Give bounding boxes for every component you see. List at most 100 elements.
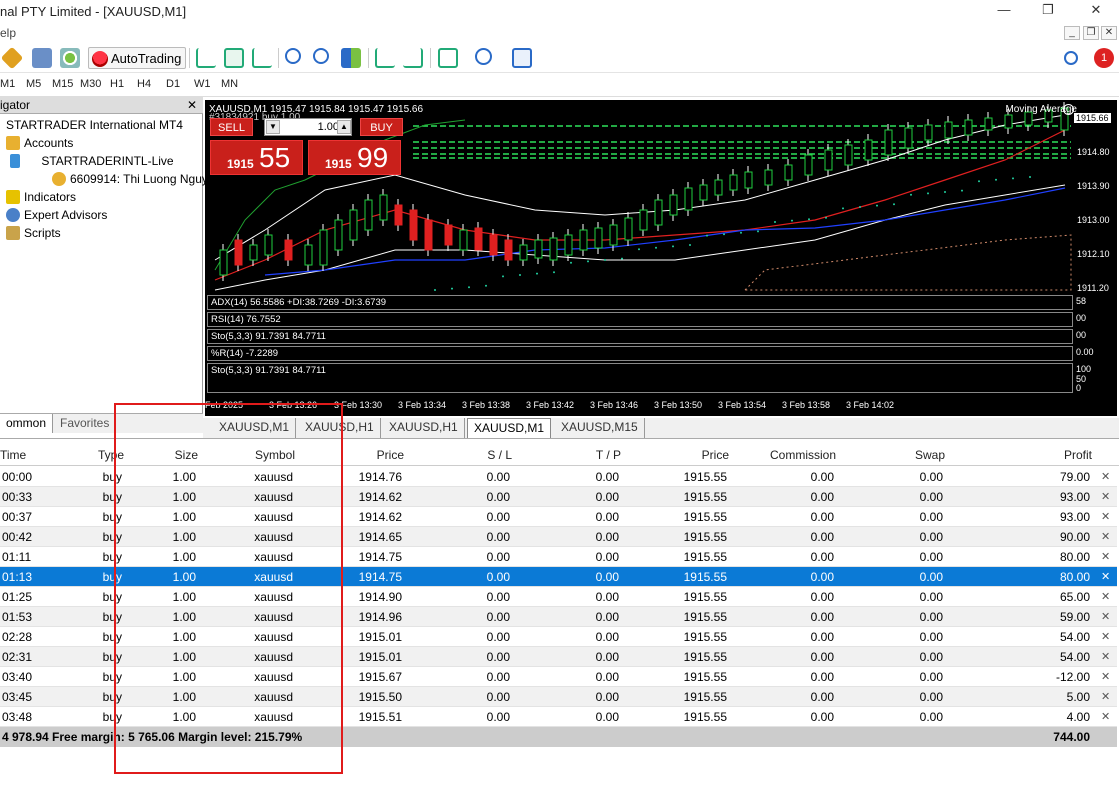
templates-icon[interactable] xyxy=(512,48,532,68)
close-order-icon[interactable]: ✕ xyxy=(1101,510,1110,523)
lot-stepper[interactable]: ▼ ▲ xyxy=(264,118,352,136)
bar-chart-icon[interactable] xyxy=(196,48,216,68)
sar-dot xyxy=(910,193,912,196)
close-order-icon[interactable]: ✕ xyxy=(1101,530,1110,543)
buy-price-button[interactable]: 1915 99 xyxy=(308,140,401,175)
candle-body xyxy=(594,227,603,249)
nav-item-broker[interactable]: STARTRADER International MT4 xyxy=(6,116,183,134)
table-cell: 00:37 xyxy=(2,510,33,524)
column-header[interactable]: Time xyxy=(0,448,26,462)
column-header[interactable]: S / L xyxy=(487,448,512,462)
table-cell: 0.00 xyxy=(810,690,834,704)
chart-tab[interactable]: XAUUSD,M15 xyxy=(555,418,645,438)
table-cell: 1914.62 xyxy=(358,490,402,504)
menu-help[interactable]: elp xyxy=(0,26,16,40)
timeframe-mn[interactable]: MN xyxy=(221,78,238,90)
column-header[interactable]: T / P xyxy=(596,448,621,462)
candle-body xyxy=(364,199,373,231)
notifications-badge[interactable]: 1 xyxy=(1094,48,1114,68)
close-order-icon[interactable]: ✕ xyxy=(1101,630,1110,643)
column-header[interactable]: Price xyxy=(702,448,729,462)
table-cell: 0.00 xyxy=(919,710,943,724)
zoom-in-icon[interactable] xyxy=(285,48,301,64)
buy-button[interactable]: BUY xyxy=(360,118,403,136)
chart-shift-icon[interactable] xyxy=(403,48,423,68)
nav-item-experts[interactable]: Expert Advisors xyxy=(6,206,107,224)
time-tick: 3 Feb 13:46 xyxy=(590,400,639,410)
column-header[interactable]: Swap xyxy=(915,448,945,462)
column-header[interactable]: Profit xyxy=(1064,448,1092,462)
table-cell: 0.00 xyxy=(486,610,510,624)
nav-item-server[interactable]: STARTRADERINTL-Live xyxy=(10,152,174,170)
price-tick: 1913.00 xyxy=(1077,215,1110,225)
table-cell: 1915.67 xyxy=(358,670,402,684)
chart-tab[interactable]: XAUUSD,H1 xyxy=(383,418,465,438)
column-header[interactable]: Commission xyxy=(770,448,836,462)
close-order-icon[interactable]: ✕ xyxy=(1101,610,1110,623)
tab-common[interactable]: ommon xyxy=(0,414,54,433)
signals-icon[interactable] xyxy=(60,48,80,68)
nav-item-account[interactable]: 6609914: Thi Luong Nguy xyxy=(52,170,208,188)
tile-windows-icon[interactable] xyxy=(341,48,361,68)
table-cell: 0.00 xyxy=(919,550,943,564)
sar-dot xyxy=(961,189,963,192)
minimize-button[interactable]: — xyxy=(987,2,1021,20)
nav-item-scripts[interactable]: Scripts xyxy=(6,224,61,242)
mdi-minimize-button[interactable]: _ xyxy=(1064,26,1080,40)
timeframe-m30[interactable]: M30 xyxy=(80,78,101,90)
chart-tab-active[interactable]: XAUUSD,M1 xyxy=(467,418,552,438)
close-order-icon[interactable]: ✕ xyxy=(1101,590,1110,603)
nav-item-label: STARTRADER International MT4 xyxy=(6,118,183,132)
time-tick: 3 Feb 13:58 xyxy=(782,400,831,410)
table-cell: 0.00 xyxy=(810,670,834,684)
restore-button[interactable]: ❐ xyxy=(1031,2,1065,20)
mdi-restore-button[interactable]: ❐ xyxy=(1083,26,1099,40)
timeframe-h4[interactable]: H4 xyxy=(137,78,151,90)
indicators-icon[interactable] xyxy=(438,48,458,68)
mdi-close-button[interactable]: ✕ xyxy=(1101,26,1117,40)
close-order-icon[interactable]: ✕ xyxy=(1101,570,1110,583)
close-order-icon[interactable]: ✕ xyxy=(1101,690,1110,703)
timeframe-w1[interactable]: W1 xyxy=(194,78,211,90)
candle-body xyxy=(684,187,693,211)
close-order-icon[interactable]: ✕ xyxy=(1101,710,1110,723)
timeframe-m5[interactable]: M5 xyxy=(26,78,41,90)
candle-body xyxy=(579,229,588,251)
timeframe-h1[interactable]: H1 xyxy=(110,78,124,90)
navigator-close-button[interactable]: ✕ xyxy=(187,97,197,113)
market-watch-icon[interactable] xyxy=(32,48,52,68)
periods-icon[interactable] xyxy=(475,48,492,65)
lot-input[interactable] xyxy=(283,120,339,134)
tab-favorites[interactable]: Favorites xyxy=(54,414,117,433)
line-chart-icon[interactable] xyxy=(252,48,272,68)
autotrading-button[interactable]: AutoTrading xyxy=(88,47,187,69)
search-icon[interactable] xyxy=(1064,51,1078,65)
timeframe-m1[interactable]: M1 xyxy=(0,78,15,90)
zoom-out-icon[interactable] xyxy=(313,48,329,64)
price-chart[interactable]: XAUUSD,M1 1915.47 1915.84 1915.47 1915.6… xyxy=(205,100,1117,416)
timeframe-d1[interactable]: D1 xyxy=(166,78,180,90)
sar-dot xyxy=(978,180,980,183)
window-title: nal PTY Limited - [XAUUSD,M1] xyxy=(0,4,187,19)
table-cell: 03:48 xyxy=(2,710,33,724)
nav-item-indicators[interactable]: Indicators xyxy=(6,188,76,206)
timeframe-m15[interactable]: M15 xyxy=(52,78,73,90)
candle-body xyxy=(249,244,258,261)
candlestick-icon[interactable] xyxy=(224,48,244,68)
new-order-icon[interactable] xyxy=(0,46,24,70)
column-header[interactable]: Price xyxy=(377,448,404,462)
close-order-icon[interactable]: ✕ xyxy=(1101,670,1110,683)
lot-decrease-button[interactable]: ▼ xyxy=(266,120,280,134)
sell-price-button[interactable]: 1915 55 xyxy=(210,140,303,175)
auto-scroll-icon[interactable] xyxy=(375,48,395,68)
sell-button[interactable]: SELL xyxy=(210,118,253,136)
sar-dot xyxy=(859,206,861,208)
close-order-icon[interactable]: ✕ xyxy=(1101,550,1110,563)
close-order-icon[interactable]: ✕ xyxy=(1101,650,1110,663)
nav-item-accounts[interactable]: Accounts xyxy=(6,134,73,152)
close-button[interactable]: ✕ xyxy=(1079,2,1113,20)
rsi-panel: RSI(14) 76.7552 xyxy=(207,312,1073,327)
close-order-icon[interactable]: ✕ xyxy=(1101,470,1110,483)
lot-increase-button[interactable]: ▲ xyxy=(337,120,351,134)
close-order-icon[interactable]: ✕ xyxy=(1101,490,1110,503)
